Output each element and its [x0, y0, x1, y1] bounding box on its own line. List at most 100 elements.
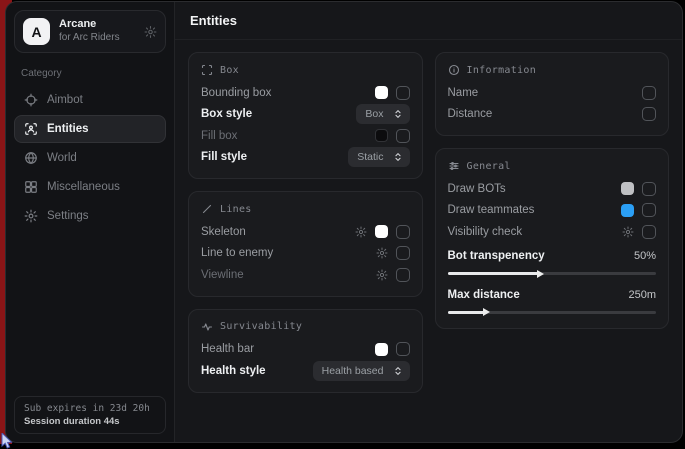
slider-fill	[448, 272, 542, 275]
dropdown-value: Static	[357, 151, 383, 163]
setting-label: Health style	[201, 365, 266, 377]
gear-icon[interactable]	[376, 269, 388, 281]
content: Box Bounding box Box style Box	[175, 40, 682, 405]
chevrons-up-down-icon	[393, 366, 403, 376]
panel-title-text: Lines	[220, 204, 252, 215]
color-swatch[interactable]	[375, 343, 388, 356]
right-column: Information Name Distance General	[435, 52, 670, 329]
checkbox[interactable]	[642, 86, 656, 100]
panel-title: Survivability	[201, 321, 410, 333]
lines-panel: Lines Skeleton Line to enemy	[188, 191, 423, 297]
setting-row: Health style Health based	[201, 360, 410, 382]
panel-title-text: Information	[467, 65, 537, 76]
bot-transparency-slider[interactable]	[448, 272, 657, 275]
slider-label-row: Max distance 250m	[448, 284, 657, 306]
panel-title: Box	[201, 64, 410, 76]
dropdown-value: Health based	[322, 365, 384, 377]
setting-label: Line to enemy	[201, 247, 273, 259]
checkbox[interactable]	[396, 342, 410, 356]
setting-row: Distance	[448, 104, 657, 126]
checkbox[interactable]	[642, 225, 656, 239]
setting-row: Skeleton	[201, 221, 410, 243]
gear-icon[interactable]	[622, 226, 634, 238]
setting-label: Name	[448, 87, 479, 99]
checkbox[interactable]	[642, 182, 656, 196]
panel-title-text: Survivability	[220, 321, 302, 332]
line-icon	[201, 203, 213, 215]
gear-icon[interactable]	[144, 25, 157, 38]
setting-row: Box style Box	[201, 104, 410, 126]
box-panel: Box Bounding box Box style Box	[188, 52, 423, 179]
session-duration-text: Session duration 44s	[24, 416, 156, 427]
sidebar-item-world[interactable]: World	[14, 144, 166, 172]
left-column: Box Bounding box Box style Box	[188, 52, 423, 393]
sidebar-item-label: Miscellaneous	[47, 181, 120, 193]
checkbox[interactable]	[396, 129, 410, 143]
sliders-icon	[448, 160, 460, 172]
gear-icon	[24, 209, 38, 223]
checkbox[interactable]	[396, 225, 410, 239]
box-style-dropdown[interactable]: Box	[356, 104, 409, 124]
panel-title: Lines	[201, 203, 410, 215]
checkbox[interactable]	[642, 203, 656, 217]
setting-label: Visibility check	[448, 226, 523, 238]
chevrons-up-down-icon	[393, 152, 403, 162]
color-swatch[interactable]	[375, 86, 388, 99]
setting-row: Draw teammates	[448, 200, 657, 222]
sidebar-item-label: Entities	[47, 123, 89, 135]
slider-thumb[interactable]	[483, 308, 490, 316]
color-swatch[interactable]	[621, 204, 634, 217]
setting-label: Draw teammates	[448, 204, 535, 216]
checkbox[interactable]	[396, 268, 410, 282]
checkbox[interactable]	[396, 86, 410, 100]
cheat-menu-window: A Arcane for Arc Riders Category Aimbot …	[5, 1, 683, 443]
subscription-card: Sub expires in 23d 20h Session duration …	[14, 396, 166, 434]
setting-label: Draw BOTs	[448, 183, 506, 195]
panel-title: Information	[448, 64, 657, 76]
slider-value: 250m	[628, 289, 656, 301]
sidebar-item-settings[interactable]: Settings	[14, 202, 166, 230]
color-swatch[interactable]	[621, 182, 634, 195]
chevrons-up-down-icon	[393, 109, 403, 119]
sidebar-item-label: Aimbot	[47, 94, 83, 106]
health-style-dropdown[interactable]: Health based	[313, 361, 410, 381]
slider-value: 50%	[634, 250, 656, 262]
slider-thumb[interactable]	[537, 270, 544, 278]
panel-title-text: General	[467, 161, 511, 172]
sidebar-item-label: Settings	[47, 210, 89, 222]
fill-style-dropdown[interactable]: Static	[348, 147, 409, 167]
sidebar-item-entities[interactable]: Entities	[14, 115, 166, 143]
setting-label: Fill box	[201, 130, 237, 142]
setting-label: Distance	[448, 108, 493, 120]
sidebar-item-aimbot[interactable]: Aimbot	[14, 86, 166, 114]
checkbox[interactable]	[396, 246, 410, 260]
setting-row: Health bar	[201, 339, 410, 361]
entity-scan-icon	[24, 122, 38, 136]
setting-row: Fill style Static	[201, 147, 410, 169]
app-header-card: A Arcane for Arc Riders	[14, 10, 166, 53]
page-title: Entities	[175, 2, 682, 40]
crosshair-icon	[24, 93, 38, 107]
sidebar-item-miscellaneous[interactable]: Miscellaneous	[14, 173, 166, 201]
gear-icon[interactable]	[355, 226, 367, 238]
survivability-panel: Survivability Health bar Health style He…	[188, 309, 423, 393]
color-swatch[interactable]	[375, 129, 388, 142]
slider-label-row: Bot transpenency 50%	[448, 246, 657, 268]
information-panel: Information Name Distance	[435, 52, 670, 136]
mouse-cursor	[1, 433, 14, 449]
setting-row: Fill box	[201, 125, 410, 147]
setting-row: Viewline	[201, 264, 410, 286]
setting-label: Viewline	[201, 269, 244, 281]
gear-icon[interactable]	[376, 247, 388, 259]
setting-label: Health bar	[201, 343, 254, 355]
max-distance-slider[interactable]	[448, 311, 657, 314]
setting-row: Line to enemy	[201, 243, 410, 265]
slider-label: Max distance	[448, 289, 520, 301]
setting-label: Skeleton	[201, 226, 246, 238]
setting-label: Bounding box	[201, 87, 271, 99]
color-swatch[interactable]	[375, 225, 388, 238]
checkbox[interactable]	[642, 107, 656, 121]
setting-label: Fill style	[201, 151, 247, 163]
grid-icon	[24, 180, 38, 194]
dropdown-value: Box	[365, 108, 383, 120]
